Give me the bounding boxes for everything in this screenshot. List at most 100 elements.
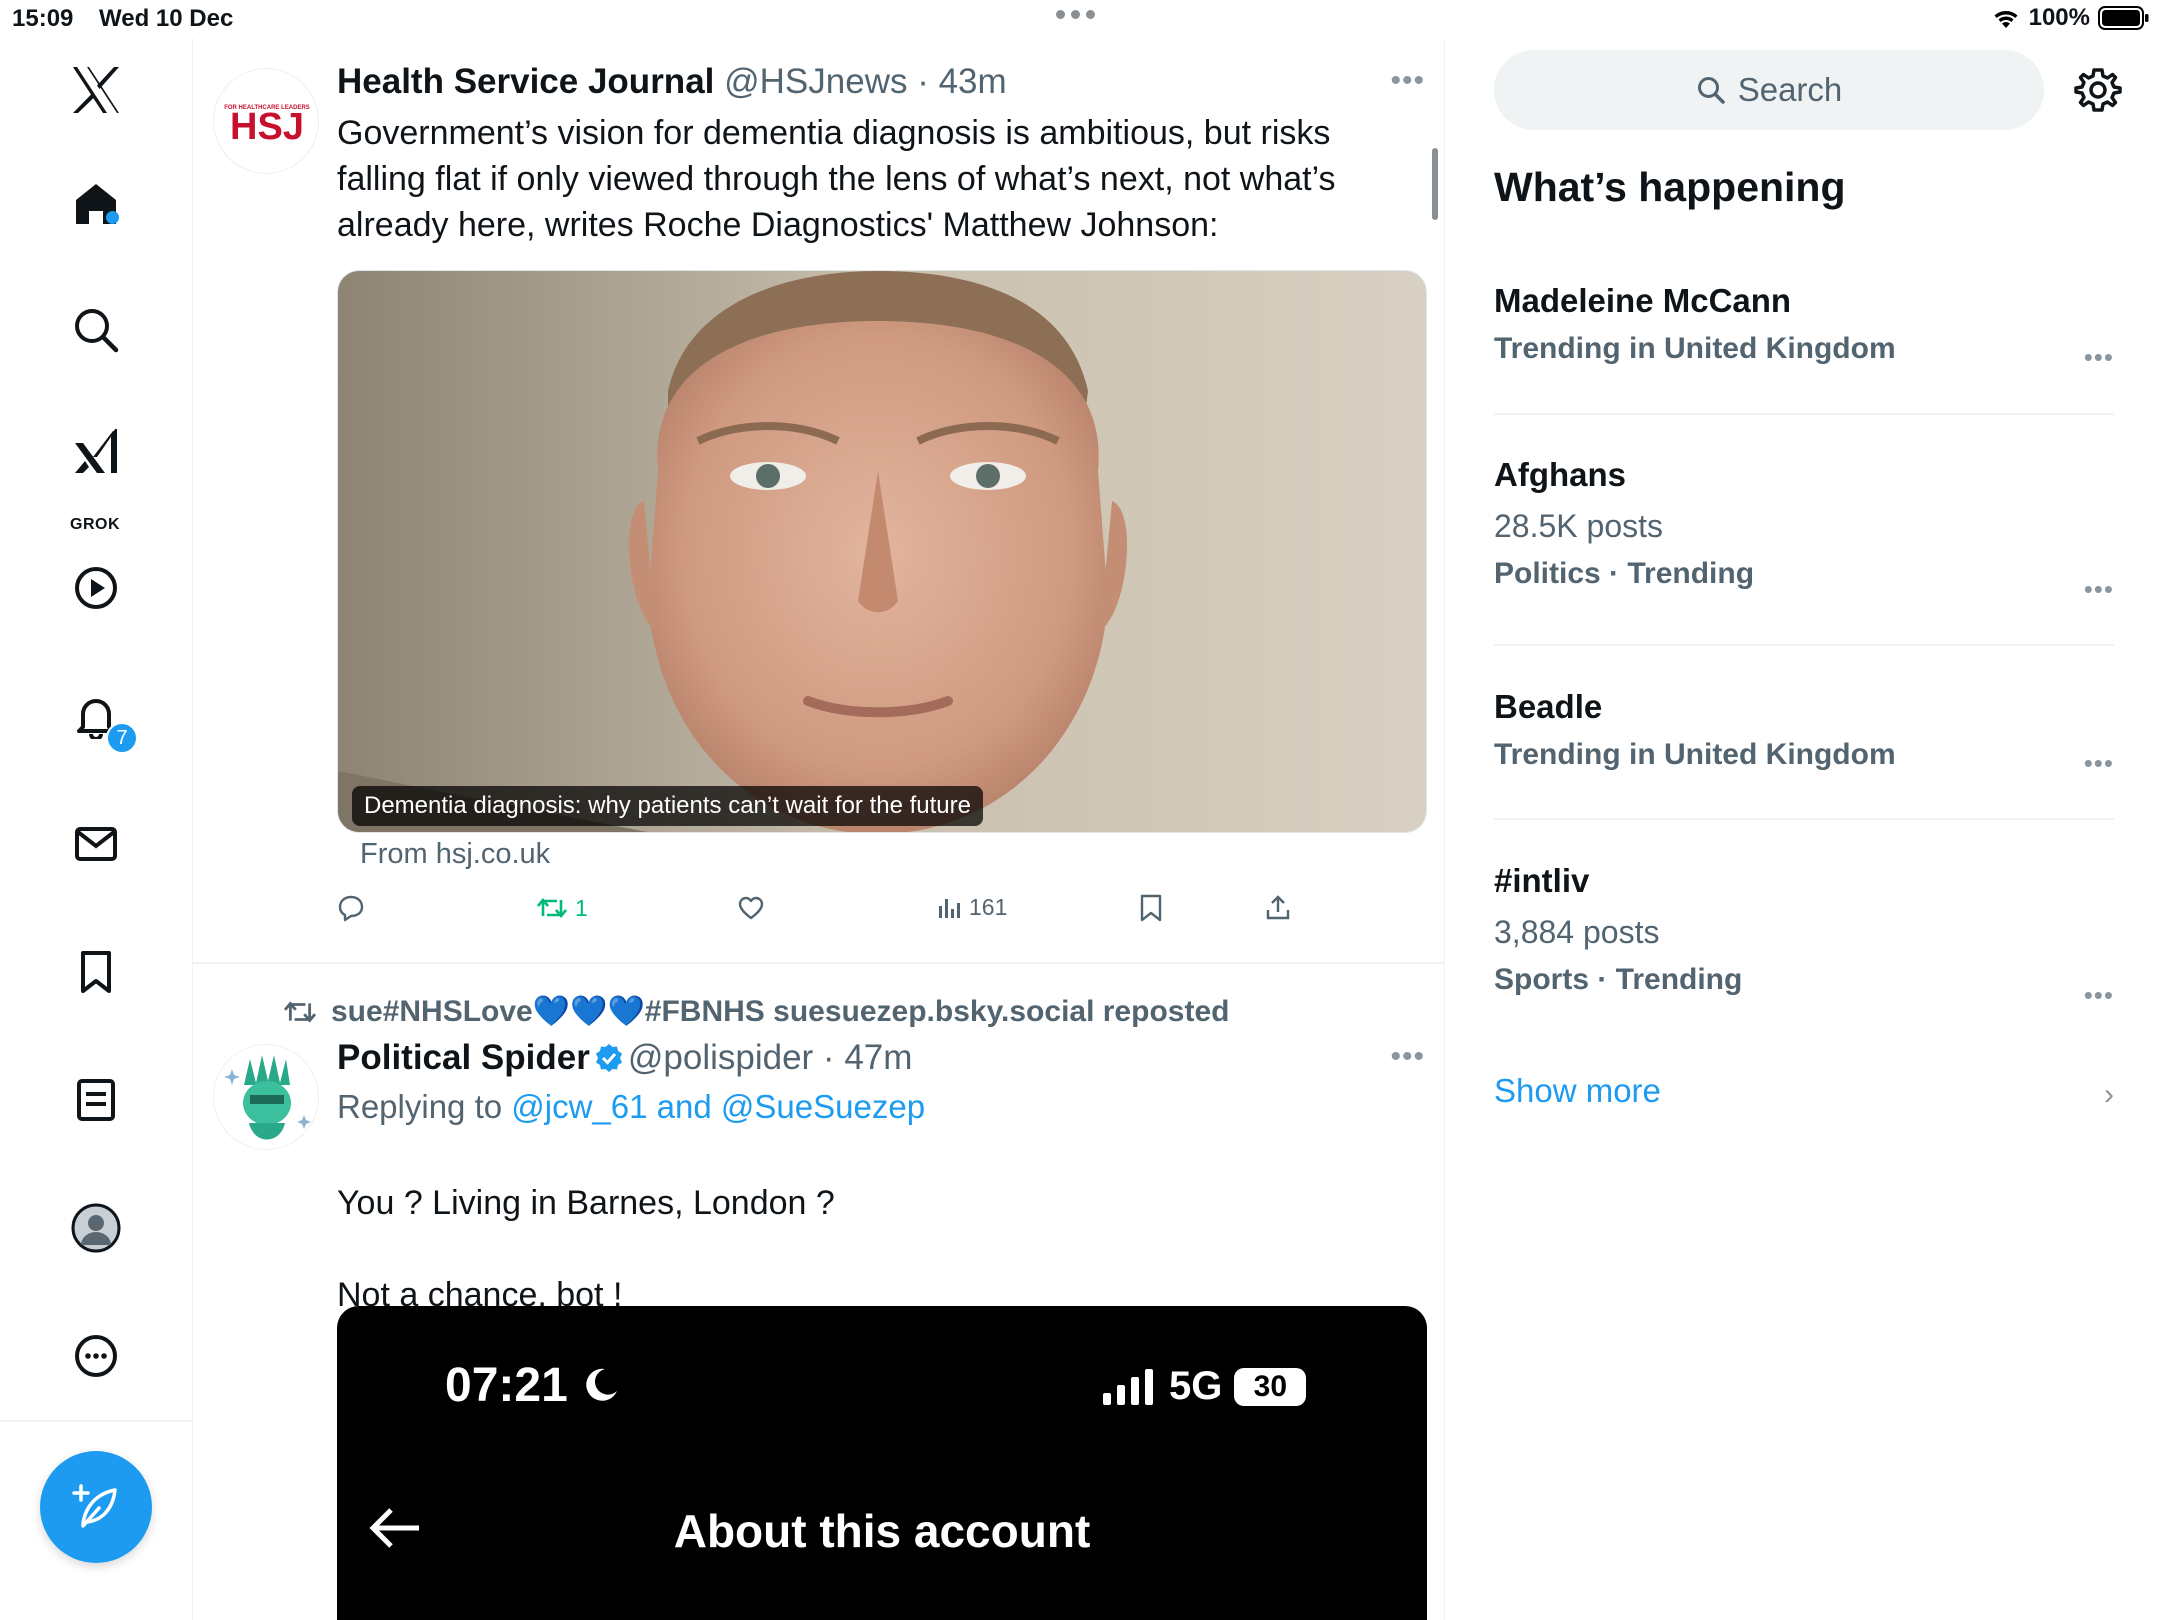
reply-and: and — [647, 1088, 721, 1125]
post-divider — [193, 962, 1444, 964]
play-circle-icon — [75, 567, 117, 609]
bookmark-icon — [81, 951, 111, 993]
trend-post-count: 3,884 posts — [1494, 914, 1660, 950]
nav-more[interactable] — [56, 1316, 136, 1396]
nav-grok[interactable] — [56, 416, 136, 486]
trend-item[interactable]: Madeleine McCann Trending in United King… — [1494, 282, 2114, 372]
status-time: 15:09 — [12, 5, 74, 32]
show-more-link[interactable]: Show more — [1494, 1072, 1661, 1110]
attached-screenshot[interactable]: 07:21 5G 30 About this account — [337, 1306, 1427, 1620]
trend-divider — [1494, 644, 2114, 646]
settings-gear-icon[interactable] — [2074, 66, 2122, 119]
trend-item[interactable]: Afghans 28.5K posts Politics · Trending … — [1494, 456, 2114, 604]
status-date: Wed 10 Dec — [99, 5, 234, 32]
nav-video[interactable] — [56, 548, 136, 628]
compose-button[interactable] — [40, 1451, 152, 1563]
search-input[interactable]: Search — [1494, 50, 2044, 130]
bookmark-icon — [1140, 894, 1162, 922]
screenshot-time: 07:21 — [445, 1358, 621, 1413]
reply-user-link[interactable]: @jcw_61 — [511, 1088, 647, 1125]
share-button[interactable] — [1265, 894, 1291, 922]
reply-button[interactable] — [337, 894, 373, 922]
repost-icon — [537, 897, 567, 919]
author-handle[interactable]: @HSJnews — [724, 62, 907, 101]
nav-lists[interactable] — [56, 1060, 136, 1140]
list-icon — [77, 1079, 115, 1121]
post-header: Health Service Journal @HSJnews · 43m — [337, 62, 1007, 101]
heart-icon — [738, 896, 764, 920]
post-more-button[interactable]: ••• — [1390, 1040, 1425, 1074]
link-card-source[interactable]: From hsj.co.uk — [360, 838, 550, 871]
trend-divider — [1494, 413, 2114, 415]
multitasking-dots[interactable] — [1056, 10, 1095, 19]
political-spider-avatar[interactable] — [213, 1044, 319, 1150]
x-logo-icon[interactable] — [56, 50, 136, 130]
trend-title: Madeleine McCann — [1494, 282, 1792, 319]
repost-icon — [283, 1000, 317, 1023]
author-name[interactable]: Health Service Journal — [337, 62, 714, 101]
nav-divider — [0, 1420, 193, 1422]
repost-context-text: sue#NHSLove💙💙💙#FBNHS suesuezep.bsky.soci… — [331, 995, 1230, 1028]
post-text-line: You ? Living in Barnes, London ? — [337, 1184, 835, 1222]
post-time[interactable]: 43m — [939, 62, 1007, 101]
trend-more-button[interactable]: ••• — [2084, 980, 2114, 1011]
post-actions: 1 161 — [337, 894, 1337, 934]
moon-icon — [586, 1368, 618, 1401]
reply-user-link[interactable]: @SueSuezep — [721, 1088, 925, 1125]
repost-button[interactable]: 1 — [537, 894, 588, 922]
nav-profile[interactable] — [56, 1188, 136, 1268]
portrait-photo — [338, 271, 1426, 832]
envelope-icon — [75, 827, 117, 861]
chevron-right-icon[interactable]: › — [2104, 1078, 2114, 1112]
more-circle-icon — [75, 1335, 117, 1377]
nav-home[interactable] — [56, 164, 136, 244]
nav-explore[interactable] — [56, 290, 136, 370]
right-sidebar: Search What’s happening Madeleine McCann… — [1446, 38, 2160, 1620]
repost-count: 1 — [575, 894, 588, 921]
post-header: Political Spider @polispider · 47m — [337, 1038, 913, 1077]
trend-title: Afghans — [1494, 456, 1626, 493]
like-button[interactable] — [737, 894, 773, 922]
nav-bookmarks[interactable] — [56, 932, 136, 1012]
post-more-button[interactable]: ••• — [1390, 64, 1425, 98]
trend-divider — [1494, 818, 2114, 820]
wifi-icon — [1994, 11, 2018, 28]
author-handle[interactable]: @polispider — [628, 1038, 813, 1077]
nav-messages[interactable] — [56, 804, 136, 884]
view-count: 161 — [969, 894, 1008, 920]
link-card-image[interactable]: Dementia diagnosis: why patients can’t w… — [337, 270, 1427, 833]
screenshot-title: About this account — [673, 1505, 1091, 1557]
trend-post-count: 28.5K posts — [1494, 508, 1663, 544]
status-right: 100% — [1991, 4, 2150, 32]
post-time[interactable]: 47m — [844, 1038, 912, 1077]
trend-title: #intliv — [1494, 862, 1590, 899]
trend-context: Trending in United Kingdom — [1494, 738, 1896, 771]
trend-context: Politics · Trending — [1494, 557, 1755, 590]
hsj-avatar[interactable]: FOR HEALTHCARE LEADERS HSJ — [213, 68, 319, 174]
whats-happening-heading: What’s happening — [1494, 164, 1846, 210]
trend-title: Beadle — [1494, 688, 1603, 725]
notification-badge: 7 — [106, 722, 138, 754]
screenshot-signal: 5G 30 — [1101, 1364, 1307, 1409]
trend-context: Trending in United Kingdom — [1494, 332, 1896, 365]
grok-icon — [75, 429, 117, 473]
timeline-scrollbar[interactable] — [1432, 148, 1438, 220]
search-icon — [1697, 77, 1725, 104]
trend-item[interactable]: #intliv 3,884 posts Sports · Trending ••… — [1494, 862, 2114, 1010]
repost-context[interactable]: sue#NHSLove💙💙💙#FBNHS suesuezep.bsky.soci… — [283, 994, 1229, 1029]
trend-item[interactable]: Beadle Trending in United Kingdom ••• — [1494, 688, 2114, 778]
share-icon — [1266, 895, 1290, 920]
trend-more-button[interactable]: ••• — [2084, 748, 2114, 779]
author-name[interactable]: Political Spider — [337, 1038, 590, 1077]
compose-feather-icon — [72, 1484, 117, 1528]
trend-more-button[interactable]: ••• — [2084, 342, 2114, 373]
reply-icon — [338, 895, 364, 922]
trend-context: Sports · Trending — [1494, 963, 1743, 996]
battery-icon — [2098, 6, 2149, 30]
screenshot-network: 5G — [1169, 1364, 1223, 1408]
views-button[interactable]: 161 — [937, 894, 1007, 921]
bookmark-button[interactable] — [1139, 894, 1163, 922]
trend-more-button[interactable]: ••• — [2084, 574, 2114, 605]
replying-to: Replying to @jcw_61 and @SueSuezep — [337, 1088, 925, 1126]
search-placeholder: Search — [1737, 71, 1843, 108]
